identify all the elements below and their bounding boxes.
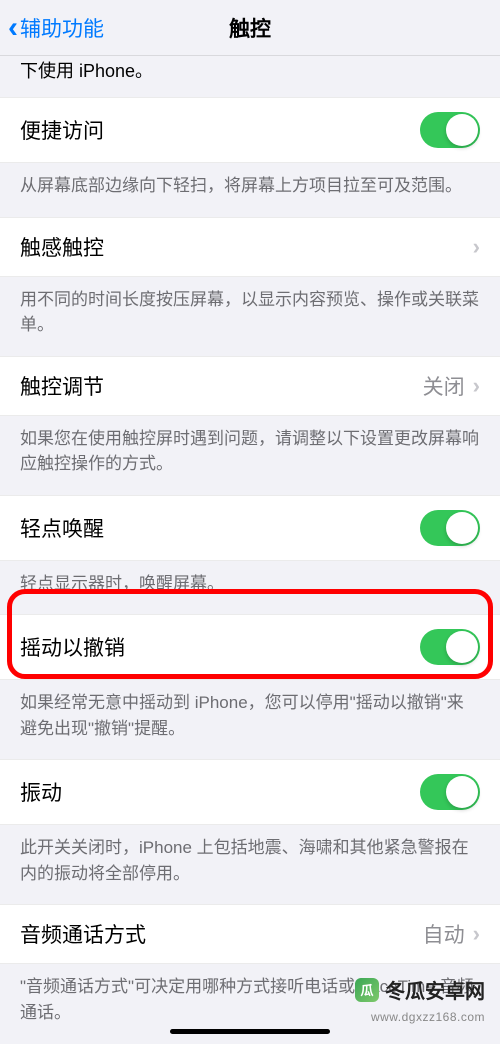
reachability-footer: 从屏幕底部边缘向下轻扫，将屏幕上方项目拉至可及范围。 [0,163,500,217]
touch-accommodations-group: 触控调节 关闭 › [0,356,500,416]
call-audio-group: 音频通话方式 自动 › [0,904,500,964]
call-audio-cell[interactable]: 音频通话方式 自动 › [0,905,500,963]
touch-accommodations-footer: 如果您在使用触控屏时遇到问题，请调整以下设置更改屏幕响应触控操作的方式。 [0,416,500,495]
watermark-url: www.dgxzz168.com [371,1010,485,1024]
chevron-left-icon: ‹ [8,13,18,43]
tap-to-wake-toggle[interactable] [420,510,480,546]
shake-to-undo-footer: 如果经常无意中摇动到 iPhone，您可以停用"摇动以撤销"来避免出现"撤销"提… [0,680,500,759]
chevron-right-icon: › [473,373,480,399]
chevron-right-icon: › [473,921,480,947]
vibration-group: 振动 [0,759,500,825]
reachability-toggle[interactable] [420,112,480,148]
cell-label: 触感触控 [20,232,104,262]
cell-label: 便捷访问 [20,115,104,145]
reachability-cell[interactable]: 便捷访问 [0,98,500,162]
cell-label: 摇动以撤销 [20,632,125,662]
vibration-toggle[interactable] [420,774,480,810]
haptic-touch-footer: 用不同的时间长度按压屏幕，以显示内容预览、操作或关联菜单。 [0,277,500,356]
chevron-right-icon: › [473,234,480,260]
page-title: 触控 [229,13,271,43]
cell-label: 振动 [20,777,62,807]
back-label: 辅助功能 [20,13,104,43]
watermark-text: 冬瓜安卓网 [385,975,485,1004]
tap-to-wake-group: 轻点唤醒 [0,495,500,561]
cell-label: 音频通话方式 [20,919,146,949]
watermark-brand: 瓜 冬瓜安卓网 [355,975,485,1004]
cell-label: 触控调节 [20,371,104,401]
cell-value: 自动 [423,919,465,949]
cell-label: 轻点唤醒 [20,513,104,543]
cell-value: 关闭 [423,371,465,401]
home-indicator[interactable] [170,1029,330,1034]
haptic-touch-group: 触感触控 › [0,217,500,277]
shake-to-undo-toggle[interactable] [420,629,480,665]
navigation-bar: ‹ 辅助功能 触控 [0,0,500,56]
shake-to-undo-cell[interactable]: 摇动以撤销 [0,615,500,679]
tap-to-wake-cell[interactable]: 轻点唤醒 [0,496,500,560]
haptic-touch-cell[interactable]: 触感触控 › [0,218,500,276]
touch-accommodations-cell[interactable]: 触控调节 关闭 › [0,357,500,415]
watermark-icon: 瓜 [355,978,379,1002]
vibration-cell[interactable]: 振动 [0,760,500,824]
shake-to-undo-group: 摇动以撤销 [0,614,500,680]
vibration-footer: 此开关关闭时，iPhone 上包括地震、海啸和其他紧急警报在内的振动将全部停用。 [0,825,500,904]
tap-to-wake-footer: 轻点显示器时，唤醒屏幕。 [0,561,500,615]
back-button[interactable]: ‹ 辅助功能 [0,13,104,43]
reachability-group: 便捷访问 [0,97,500,163]
truncated-description: 下使用 iPhone。 [0,56,500,97]
